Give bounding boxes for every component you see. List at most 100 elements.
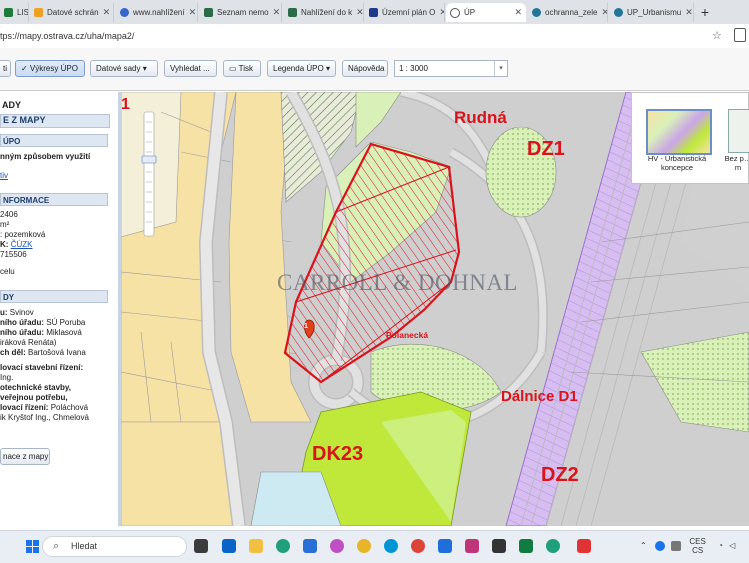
close-icon[interactable]: ✕	[189, 7, 197, 18]
browser-tab[interactable]: Datové schrán ✕	[30, 3, 114, 22]
cuzk-label: K:	[0, 240, 9, 249]
new-tab-button[interactable]: +	[696, 3, 714, 22]
tab-label: LIST	[17, 8, 29, 17]
browser-tab[interactable]: Územní plán O✕	[365, 3, 445, 22]
url-field[interactable]: tps://mapy.ostrava.cz/uha/mapa2/	[0, 28, 738, 45]
legenda-upo-button[interactable]: Legenda ÚPO ▾	[267, 60, 336, 77]
section-informace[interactable]: NFORMACE	[0, 193, 108, 206]
tips-icon[interactable]	[357, 539, 371, 553]
cuzk-link[interactable]: ČÚZK	[11, 240, 33, 249]
info-from-map-button[interactable]: nace z mapy	[0, 448, 50, 465]
close-icon[interactable]: ✕	[356, 7, 363, 18]
zoom-slider[interactable]	[141, 111, 157, 237]
label-dz2: DZ2	[541, 464, 579, 486]
usage-link[interactable]: tiv	[0, 171, 8, 181]
globe-icon	[450, 7, 460, 18]
close-icon[interactable]: ✕	[685, 7, 693, 18]
wifi-icon[interactable]: ◔	[718, 541, 723, 550]
layer-switcher: HV - Urbanistická koncepce Bez p… m	[631, 92, 749, 184]
map-view[interactable]: 1 Rudná DZ1 DZ2 DK23 Dálnice D1 Polaneck…	[121, 92, 749, 526]
tab-label: UP_Urbanismu	[627, 8, 682, 17]
corner-label: 1	[121, 96, 130, 113]
collections-icon[interactable]	[734, 28, 746, 42]
parcel-number: 2406	[0, 210, 18, 219]
panel-subtitle: E Z MAPY	[0, 114, 110, 128]
layer-thumb-urbanisticka[interactable]	[646, 109, 712, 155]
vyhledat-button[interactable]: Vyhledat ...	[164, 60, 217, 77]
browser-tab[interactable]: www.nahlížení ✕	[116, 3, 198, 22]
volume-icon[interactable]: ◁	[729, 541, 735, 550]
snipping-icon[interactable]	[492, 539, 506, 553]
close-icon[interactable]: ✕	[103, 7, 111, 18]
browser-tab[interactable]: UP_Urbanismu ✕	[610, 3, 694, 22]
photos-icon[interactable]	[465, 539, 479, 553]
appeal2-value-2: ik Kryštof Ing., Chmelová	[0, 413, 89, 422]
copilot-icon[interactable]	[330, 539, 344, 553]
appeal2-label: lovací řízení:	[0, 403, 49, 412]
usage-text: nným způsobem využití	[0, 152, 91, 161]
browser-tab[interactable]: LIST	[0, 3, 29, 22]
wordpress-icon	[614, 8, 623, 17]
calendar-icon[interactable]	[438, 539, 452, 553]
datove-sady-label: Datové sady	[96, 64, 141, 73]
label-dk23: DK23	[312, 443, 364, 465]
lang-secondary: CS	[692, 546, 704, 555]
section-udaje[interactable]: DY	[0, 290, 108, 303]
printer-icon: ▭	[229, 64, 237, 73]
map-toolbar: ti ✓ Výkresy ÚPO Datové sady ▾ Vyhledat …	[0, 48, 749, 91]
browser-tab[interactable]: Seznam nemo ✕	[200, 3, 282, 22]
browser-tab[interactable]: ochranna_zele✕	[528, 3, 608, 22]
edge-dev-icon[interactable]	[546, 539, 560, 553]
excel-icon[interactable]	[519, 539, 533, 553]
appeal2-row: lovací řízení: Poláchová	[0, 403, 88, 413]
wordpress-icon	[532, 8, 541, 17]
browser-tab[interactable]: Nahlížení do k ✕	[284, 3, 364, 22]
works-label: ch děl:	[0, 348, 26, 357]
vykresy-upo-button[interactable]: ✓ Výkresy ÚPO	[15, 60, 85, 77]
chevron-up-icon[interactable]: ⌃	[640, 541, 647, 550]
close-icon[interactable]: ✕	[601, 7, 607, 18]
napoveda-button[interactable]: Nápověda	[342, 60, 388, 77]
databox-icon	[34, 8, 43, 17]
cadastre-icon	[288, 8, 297, 17]
tab-label: Nahlížení do k	[301, 8, 353, 17]
onedrive-icon[interactable]	[654, 541, 665, 551]
hp-icon[interactable]	[384, 539, 398, 553]
tisk-button[interactable]: ▭ Tisk	[223, 60, 261, 77]
browser-tab-active[interactable]: ÚP ✕	[446, 3, 526, 22]
task-view-icon[interactable]	[194, 539, 208, 553]
clerk-value: Miklasová	[46, 328, 82, 337]
file-explorer-icon[interactable]	[249, 539, 263, 553]
system-tray: ⌃ CES CS ◔ ◁	[640, 537, 735, 555]
star-icon[interactable]: ☆	[712, 29, 722, 42]
language-indicator[interactable]: CES CS	[689, 537, 705, 555]
appeal-value: Ing.	[0, 373, 14, 382]
datove-sady-button[interactable]: Datové sady ▾	[90, 60, 158, 77]
chrome-icon[interactable]	[411, 539, 425, 553]
search-icon: ⌕	[53, 540, 60, 552]
layer-thumb-bez-podkladu[interactable]	[728, 109, 749, 153]
taskbar-search[interactable]: ⌕ Hledat	[42, 536, 187, 557]
network-icon[interactable]	[671, 541, 682, 551]
windows-start-icon[interactable]	[26, 540, 39, 553]
scale-select[interactable]: 1 : 3000 ▾	[394, 60, 508, 77]
section-upo[interactable]: ÚPO	[0, 134, 108, 147]
close-icon[interactable]: ✕	[439, 7, 444, 18]
edge-icon[interactable]	[276, 539, 290, 553]
tech-row: otechnické stavby,	[0, 383, 71, 392]
close-icon[interactable]: ✕	[514, 7, 522, 18]
search-placeholder: Hledat	[71, 541, 98, 551]
browser-tab-strip: LIST Datové schrán ✕ www.nahlížení ✕ Sezna…	[0, 0, 749, 24]
public-row: veřejnou potřebu,	[0, 393, 68, 402]
tab-label: ochranna_zele	[545, 8, 598, 17]
outlook-icon[interactable]	[222, 539, 236, 553]
close-icon[interactable]: ✕	[273, 7, 281, 18]
toolbar-button-partial[interactable]: ti	[0, 60, 11, 77]
building-office-value: SÚ Poruba	[46, 318, 86, 327]
building-office-label: ního úřadu:	[0, 318, 44, 327]
acrobat-icon[interactable]	[577, 539, 591, 553]
appeal-row: lovací stavební řízení:	[0, 363, 84, 372]
parcel-area: m²	[0, 220, 10, 229]
store-icon[interactable]	[303, 539, 317, 553]
clerk-label: ního úřadu:	[0, 328, 44, 337]
